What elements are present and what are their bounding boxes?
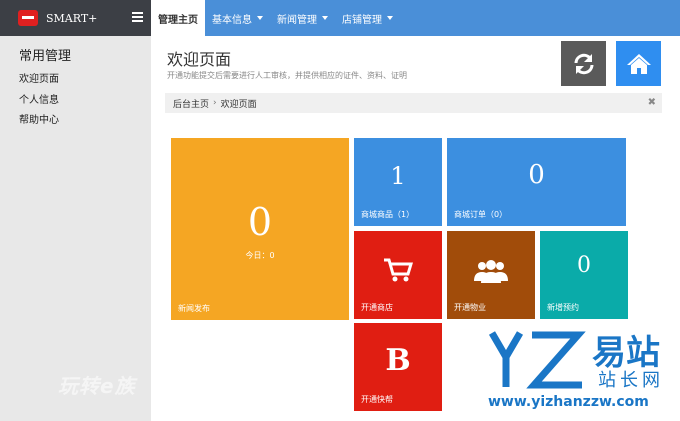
tile-products-value: 1 <box>390 162 406 190</box>
caret-down-icon <box>322 16 328 20</box>
watermark-logo-icon <box>488 331 586 389</box>
nav-item-label: 管理主页 <box>158 14 198 26</box>
users-icon <box>447 259 535 283</box>
brand-name: SMART+ <box>46 11 98 25</box>
tile-shop[interactable]: 开通商店 <box>354 231 442 319</box>
tile-property-label: 开通物业 <box>454 303 486 312</box>
nav-item-home[interactable]: 管理主页 <box>151 0 205 36</box>
tile-booking[interactable]: 0 新增预约 <box>540 231 628 319</box>
breadcrumb: 后台主页 › 欢迎页面 ✖ <box>165 93 662 113</box>
home-icon <box>626 53 651 74</box>
sidebar-title: 常用管理 <box>19 49 72 64</box>
menu-toggle-icon[interactable] <box>132 12 143 22</box>
caret-down-icon <box>387 16 393 20</box>
tile-orders[interactable]: 0 商城订单（0） <box>447 138 626 226</box>
app-logo <box>18 10 38 26</box>
watermark-right: 易站 站长网 www.yizhanzzw.com <box>480 321 680 421</box>
breadcrumb-current: 欢迎页面 <box>220 99 257 110</box>
caret-down-icon <box>257 16 263 20</box>
main-nav: 管理主页 基本信息 新闻管理 店铺管理 <box>151 0 400 36</box>
tile-shop-label: 开通商店 <box>361 303 393 312</box>
nav-item-news[interactable]: 新闻管理 <box>270 0 335 36</box>
breadcrumb-home[interactable]: 后台主页 <box>173 97 209 110</box>
tile-news[interactable]: 0 今日：0 新闻发布 <box>171 138 349 320</box>
page-subtitle: 开通功能提交后需要进行人工审核，并提供相应的证件、资料、证明 <box>167 71 407 80</box>
nav-item-label: 基本信息 <box>212 14 252 26</box>
tile-news-label: 新闻发布 <box>178 304 210 313</box>
page-title: 欢迎页面 <box>167 50 232 69</box>
tile-property[interactable]: 开通物业 <box>447 231 535 319</box>
tile-orders-label: 商城订单（0） <box>454 210 508 219</box>
tile-products-label: 商城商品（1） <box>361 210 415 219</box>
home-button[interactable] <box>616 41 661 86</box>
close-icon[interactable]: ✖ <box>648 97 656 108</box>
tile-news-value: 0 <box>247 200 273 244</box>
watermark-left: 玩转e族 <box>58 374 136 398</box>
sidebar-item-welcome[interactable]: 欢迎页面 <box>19 70 59 85</box>
sidebar-item-help[interactable]: 帮助中心 <box>19 111 59 126</box>
tile-products[interactable]: 1 商城商品（1） <box>354 138 442 226</box>
nav-item-label: 新闻管理 <box>277 14 317 26</box>
tile-orders-value: 0 <box>528 160 545 190</box>
tile-kuaibang[interactable]: B 开通快帮 <box>354 323 442 411</box>
tile-kuaibang-letter: B <box>385 343 411 378</box>
tile-booking-value: 0 <box>577 253 591 278</box>
breadcrumb-separator: › <box>213 98 217 108</box>
brand[interactable]: SMART+ <box>0 0 151 36</box>
tile-kuaibang-label: 开通快帮 <box>361 395 393 404</box>
nav-item-shop[interactable]: 店铺管理 <box>335 0 400 36</box>
tile-booking-label: 新增预约 <box>547 303 579 312</box>
nav-item-label: 店铺管理 <box>342 14 382 26</box>
sidebar-item-profile[interactable]: 个人信息 <box>19 91 59 106</box>
shopping-cart-icon <box>354 257 442 283</box>
refresh-button[interactable] <box>561 41 606 86</box>
watermark-cn-2: 站长网 <box>598 370 664 391</box>
tile-news-today: 今日：0 <box>245 251 275 260</box>
nav-item-basic-info[interactable]: 基本信息 <box>205 0 270 36</box>
sidebar: 常用管理 欢迎页面 个人信息 帮助中心 <box>0 36 151 421</box>
refresh-icon <box>574 53 593 74</box>
watermark-url: www.yizhanzzw.com <box>488 394 649 410</box>
